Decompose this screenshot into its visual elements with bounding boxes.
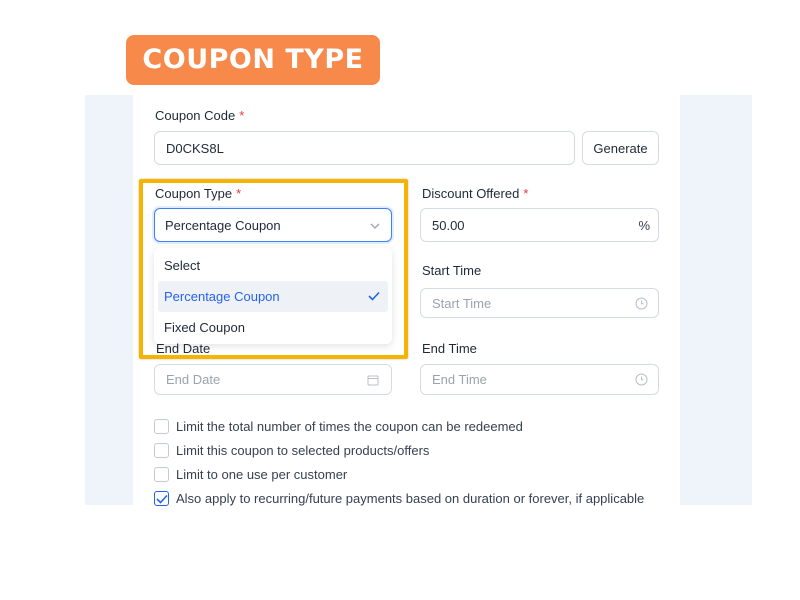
end-date-placeholder: End Date (166, 372, 221, 387)
dropdown-option-percentage-coupon[interactable]: Percentage Coupon (158, 281, 388, 312)
checkmark-icon (368, 291, 380, 301)
coupon-type-dropdown: Select Percentage Coupon Fixed Coupon (154, 248, 392, 344)
discount-value: 50.00 (432, 217, 465, 233)
option-label: Fixed Coupon (164, 320, 245, 335)
percent-suffix: % (638, 217, 650, 233)
discount-offered-label: Discount Offered * (422, 186, 528, 201)
option-label: Percentage Coupon (164, 289, 280, 304)
checkbox-row-limit-redemptions[interactable]: Limit the total number of times the coup… (154, 419, 523, 434)
checkbox-label: Limit to one use per customer (176, 467, 348, 482)
dropdown-option-fixed-coupon[interactable]: Fixed Coupon (154, 312, 392, 343)
option-label: Select (164, 258, 201, 273)
checkbox-row-limit-products[interactable]: Limit this coupon to selected products/o… (154, 443, 429, 458)
end-date-input[interactable]: End Date (154, 364, 392, 395)
coupon-code-label-text: Coupon Code (155, 108, 236, 123)
checkbox-row-one-use-per-customer[interactable]: Limit to one use per customer (154, 467, 347, 482)
end-time-input[interactable]: End Time (420, 364, 659, 395)
checkbox[interactable] (154, 419, 169, 434)
chevron-down-icon (370, 223, 380, 229)
discount-offered-input[interactable]: 50.00 % (420, 208, 659, 242)
checkbox[interactable] (154, 467, 169, 482)
coupon-code-value: D0CKS8L (166, 140, 224, 156)
coupon-code-input[interactable]: D0CKS8L (154, 131, 575, 165)
clock-icon (635, 373, 648, 386)
start-time-input[interactable]: Start Time (420, 288, 659, 318)
page-background-right (680, 95, 752, 505)
calendar-icon (367, 375, 379, 386)
coupon-code-label: Coupon Code * (155, 108, 244, 123)
checkbox-label: Also apply to recurring/future payments … (176, 491, 645, 506)
required-mark: * (236, 186, 242, 201)
checkbox-row-recurring-payments[interactable]: Also apply to recurring/future payments … (154, 491, 644, 506)
coupon-type-selected-value: Percentage Coupon (165, 217, 281, 233)
start-time-placeholder: Start Time (432, 295, 492, 311)
checkbox[interactable] (154, 443, 169, 458)
required-mark: * (239, 108, 245, 123)
checkmark-icon (156, 494, 168, 504)
discount-offered-label-text: Discount Offered (422, 186, 520, 201)
end-date-label: End Date (156, 341, 211, 356)
start-time-label: Start Time (422, 263, 482, 278)
checkbox-label: Limit this coupon to selected products/o… (176, 443, 430, 458)
generate-button[interactable]: Generate (582, 131, 659, 165)
coupon-type-banner: COUPON TYPE (126, 35, 380, 85)
required-mark: * (523, 186, 529, 201)
checkbox-checked[interactable] (154, 491, 169, 506)
checkbox-label: Limit the total number of times the coup… (176, 419, 523, 434)
page-background-left (85, 95, 133, 505)
clock-icon (635, 297, 648, 310)
coupon-type-select[interactable]: Percentage Coupon (154, 208, 392, 242)
coupon-type-label: Coupon Type * (155, 186, 241, 201)
dropdown-option-select[interactable]: Select (154, 250, 392, 281)
end-time-label: End Time (422, 341, 477, 356)
end-time-placeholder: End Time (432, 372, 487, 387)
coupon-type-label-text: Coupon Type (155, 186, 233, 201)
